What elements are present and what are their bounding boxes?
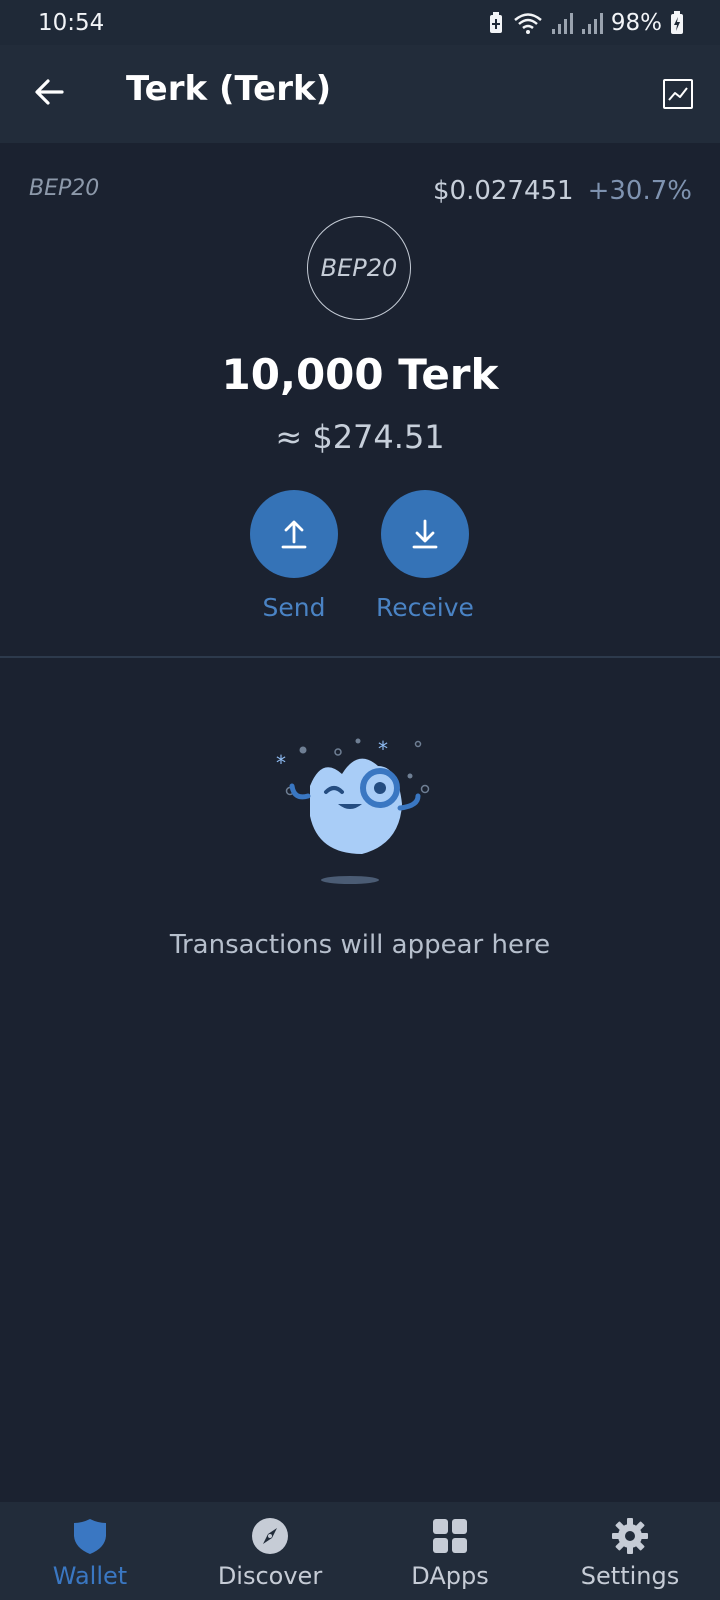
send-button[interactable] — [250, 490, 338, 578]
back-button[interactable] — [30, 72, 70, 112]
price-row[interactable]: $0.027451 +30.7% — [433, 176, 692, 206]
price-chart-button[interactable] — [662, 78, 694, 110]
empty-state-message: Transactions will appear here — [169, 930, 551, 960]
wifi-icon — [514, 12, 542, 34]
battery-percent: 98% — [610, 9, 662, 36]
page-title: Terk (Terk) — [126, 69, 332, 109]
status-time: 10:54 — [38, 9, 105, 36]
token-balance: 10,000 Terk — [221, 350, 499, 399]
nav-label-discover: Discover — [217, 1562, 323, 1590]
token-logo: BEP20 — [307, 216, 411, 320]
svg-text:*: * — [276, 751, 286, 775]
status-bar: 10:54 98% — [0, 0, 720, 45]
token-price: $0.027451 — [433, 176, 574, 206]
bottom-nav: Wallet Discover DApps Settings — [0, 1502, 720, 1600]
nav-item-settings[interactable]: Settings — [540, 1502, 720, 1600]
receive-label[interactable]: Receive — [345, 593, 505, 622]
nav-label-dapps: DApps — [411, 1562, 489, 1590]
grid-icon — [433, 1519, 467, 1553]
fiat-balance: ≈ $274.51 — [275, 418, 445, 456]
token-logo-text: BEP20 — [320, 254, 398, 282]
svg-text:*: * — [378, 737, 388, 761]
battery-charging-icon — [671, 10, 683, 34]
status-icons: 98% — [487, 10, 684, 36]
receive-button[interactable] — [381, 490, 469, 578]
nav-item-discover[interactable]: Discover — [180, 1502, 360, 1600]
gear-icon — [612, 1518, 648, 1554]
arrow-left-icon — [35, 79, 64, 105]
divider — [0, 656, 720, 658]
app-bar: Terk (Terk) — [0, 45, 720, 143]
signal-2-icon — [581, 12, 603, 34]
shield-icon — [74, 1519, 106, 1554]
price-chart-icon — [663, 79, 693, 109]
nav-item-wallet[interactable]: Wallet — [0, 1502, 180, 1600]
compass-icon — [252, 1518, 288, 1554]
empty-transactions-illustration: * * — [276, 737, 430, 884]
battery-saver-icon — [489, 11, 502, 33]
chain-tag: BEP20 — [29, 176, 100, 201]
download-arrow-icon — [412, 519, 438, 549]
signal-icon — [551, 12, 573, 34]
nav-item-dapps[interactable]: DApps — [360, 1502, 540, 1600]
price-change: +30.7% — [587, 176, 692, 206]
upload-arrow-icon — [281, 520, 307, 549]
nav-label-settings: Settings — [580, 1562, 680, 1590]
nav-label-wallet: Wallet — [52, 1562, 128, 1590]
